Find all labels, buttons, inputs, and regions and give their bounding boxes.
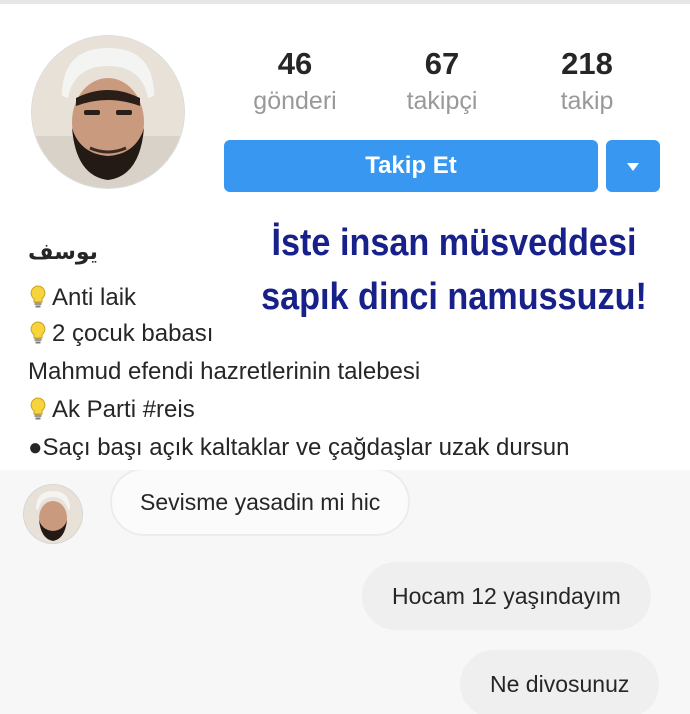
chat-thread: Sevisme yasadin mi hic Hocam 12 yaşınday… [0, 470, 690, 714]
followers-label: takipçi [406, 87, 478, 115]
bio-line: Anti laik [28, 284, 136, 312]
message-bubble-outgoing[interactable]: Hocam 12 yaşındayım [362, 562, 651, 630]
follow-button[interactable]: Takip Et [224, 140, 598, 192]
followers-stat[interactable]: 67 takipçi [387, 44, 497, 118]
message-bubble-incoming[interactable]: Sevisme yasadin mi hic [110, 470, 411, 536]
lightbulb-icon [30, 285, 46, 308]
profile-name: يوسف [28, 240, 98, 265]
bio-text: Mahmud efendi hazretlerinin talebesi [28, 358, 421, 385]
caption-line-2: sapık dinci namussuzu! [261, 276, 647, 318]
lightbulb-icon [30, 321, 46, 344]
overlay-caption: İste insan müsveddesi sapık dinci namuss… [249, 216, 659, 324]
posts-stat[interactable]: 46 gönderi [240, 44, 350, 118]
bio-line: Mahmud efendi hazretlerinin talebesi [28, 358, 420, 386]
bio-text: Anti laik [52, 284, 137, 311]
bio-text: ●Saçı başı açık kaltaklar ve çağdaşlar u… [28, 434, 570, 461]
top-divider [0, 0, 690, 4]
message-bubble-outgoing[interactable]: Ne divosunuz [460, 650, 660, 714]
bio-text: 2 çocuk babası [52, 320, 214, 347]
suggestions-dropdown-button[interactable] [606, 140, 660, 192]
profile-avatar[interactable] [32, 36, 184, 188]
followers-count: 67 [424, 46, 460, 81]
lightbulb-icon [30, 397, 46, 420]
bio-text: Ak Parti #reis [52, 396, 195, 423]
caption-line-1: İste insan müsveddesi [271, 222, 637, 264]
following-label: takip [560, 87, 614, 115]
caret-down-icon [627, 163, 639, 171]
bio-line: Ak Parti #reis [28, 396, 195, 424]
posts-label: gönderi [253, 87, 337, 115]
sender-avatar[interactable] [24, 485, 82, 543]
posts-count: 46 [277, 46, 313, 81]
following-stat[interactable]: 218 takip [532, 44, 642, 118]
bio-line: 2 çocuk babası [28, 320, 213, 348]
bio-line: ●Saçı başı açık kaltaklar ve çağdaşlar u… [28, 434, 569, 462]
following-count: 218 [561, 46, 613, 81]
